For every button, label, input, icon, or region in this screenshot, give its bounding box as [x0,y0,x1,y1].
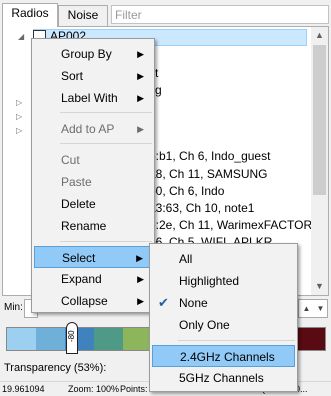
menu-item-sort[interactable]: Sort ▶ [34,65,152,87]
menu-item-label: Paste [61,175,92,189]
transparency-label: Transparency (53%): [4,362,107,374]
menu-item-label: Expand [61,272,102,286]
scroll-down-icon[interactable]: ▼ [311,278,328,295]
color-swatch [122,328,152,350]
color-swatch [7,328,36,350]
scroll-thumb[interactable] [313,45,326,195]
submenu-item-label: Only One [179,318,230,332]
menu-item-group-by[interactable]: Group By ▶ [34,43,152,65]
filter-input[interactable] [111,5,329,24]
submenu-arrow-icon: ▶ [137,71,144,81]
submenu-item-label: All [179,252,193,266]
menu-item-label: Delete [61,197,96,211]
submenu-item-label: Highlighted [179,274,240,288]
menu-item-label: Rename [61,219,107,233]
menu-item-cut[interactable]: Cut [34,149,152,171]
menu-item-collapse[interactable]: Collapse ▶ [34,290,152,312]
color-swatch [35,328,65,350]
submenu-item-only-one[interactable]: Only One [152,314,295,336]
submenu-item-all[interactable]: All [152,248,295,270]
menu-item-label-with[interactable]: Label With ▶ [34,87,152,109]
submenu-arrow-icon: ▶ [137,93,144,103]
submenu-arrow-icon: ▶ [137,49,144,59]
menu-item-select[interactable]: Select ▶ [34,246,152,268]
menu-separator [178,340,295,341]
submenu-item-none[interactable]: ✔ None [152,292,295,314]
color-swatch [93,328,123,350]
expand-icon[interactable]: ▷ [16,98,22,107]
menu-item-rename[interactable]: Rename [34,215,152,237]
tree-item[interactable]: a3:63, Ch 10, note1 [149,199,254,217]
submenu-arrow-icon: ▶ [136,253,143,263]
menu-separator [60,143,152,144]
spin-down-icon[interactable]: ▼ [314,301,327,316]
menu-item-label: Add to AP [61,122,115,136]
menu-item-add-to-ap[interactable]: Add to AP ▶ [34,118,152,140]
menu-item-expand[interactable]: Expand ▶ [34,268,152,290]
collapse-icon[interactable]: ◢ [18,32,24,41]
tree-item[interactable]: a8, Ch 11, SAMSUNG [149,165,268,183]
menu-separator [60,241,152,242]
color-swatch [296,328,325,350]
max-spinner[interactable]: ▲ ▼ [298,299,328,318]
context-menu: Group By ▶ Sort ▶ Label With ▶ Add to AP ▶ C… [31,38,155,313]
tree-item[interactable]: 6:b1, Ch 6, Indo_guest [149,147,270,165]
tree-item[interactable]: e:2e, Ch 11, WarimexFACTOR [149,216,312,234]
submenu-item-5ghz[interactable]: 5GHz Channels [152,367,295,389]
scroll-up-icon[interactable]: ▲ [311,27,328,44]
status-coordinate: 19.961094 [2,384,45,394]
menu-item-label: Select [62,251,96,265]
tab-radios[interactable]: Radios [2,3,58,27]
tab-noise[interactable]: Noise [58,5,108,26]
submenu-item-label: None [179,296,208,310]
submenu-item-label: 2.4GHz Channels [180,350,275,364]
submenu-arrow-icon: ▶ [137,296,144,306]
submenu-item-2-4ghz[interactable]: 2.4GHz Channels [152,345,295,367]
menu-item-label: Collapse [61,294,108,308]
select-submenu: All Highlighted ✔ None Only One 2.4GHz Ch… [149,243,298,392]
menu-separator [60,112,152,113]
menu-item-delete[interactable]: Delete [34,193,152,215]
menu-item-label: Cut [61,153,80,167]
menu-item-label: Sort [61,69,84,83]
tree-scrollbar[interactable]: ▲ ▼ [311,27,328,295]
tree-item[interactable]: b0, Ch 6, Indo [149,182,224,200]
expand-icon[interactable]: ▷ [16,112,22,121]
checkmark-icon: ✔ [158,295,169,310]
submenu-item-label: 5GHz Channels [179,371,264,385]
menu-item-paste[interactable]: Paste [34,171,152,193]
status-zoom: Zoom: 100% [68,384,120,394]
submenu-arrow-icon: ▶ [137,124,144,134]
spin-up-icon[interactable]: ▲ [300,301,313,316]
scale-marker-value: -80 [67,330,76,342]
submenu-item-highlighted[interactable]: Highlighted [152,270,295,292]
tree-item-fragment[interactable]: g [155,81,162,99]
min-label: Min: [4,302,23,313]
expand-icon[interactable]: ▷ [16,126,22,135]
submenu-arrow-icon: ▶ [137,274,144,284]
menu-item-label: Group By [61,47,112,61]
tree-item-fragment[interactable]: t [155,64,158,82]
tab-bar: Radios Noise [0,0,331,27]
menu-item-label: Label With [61,91,118,105]
